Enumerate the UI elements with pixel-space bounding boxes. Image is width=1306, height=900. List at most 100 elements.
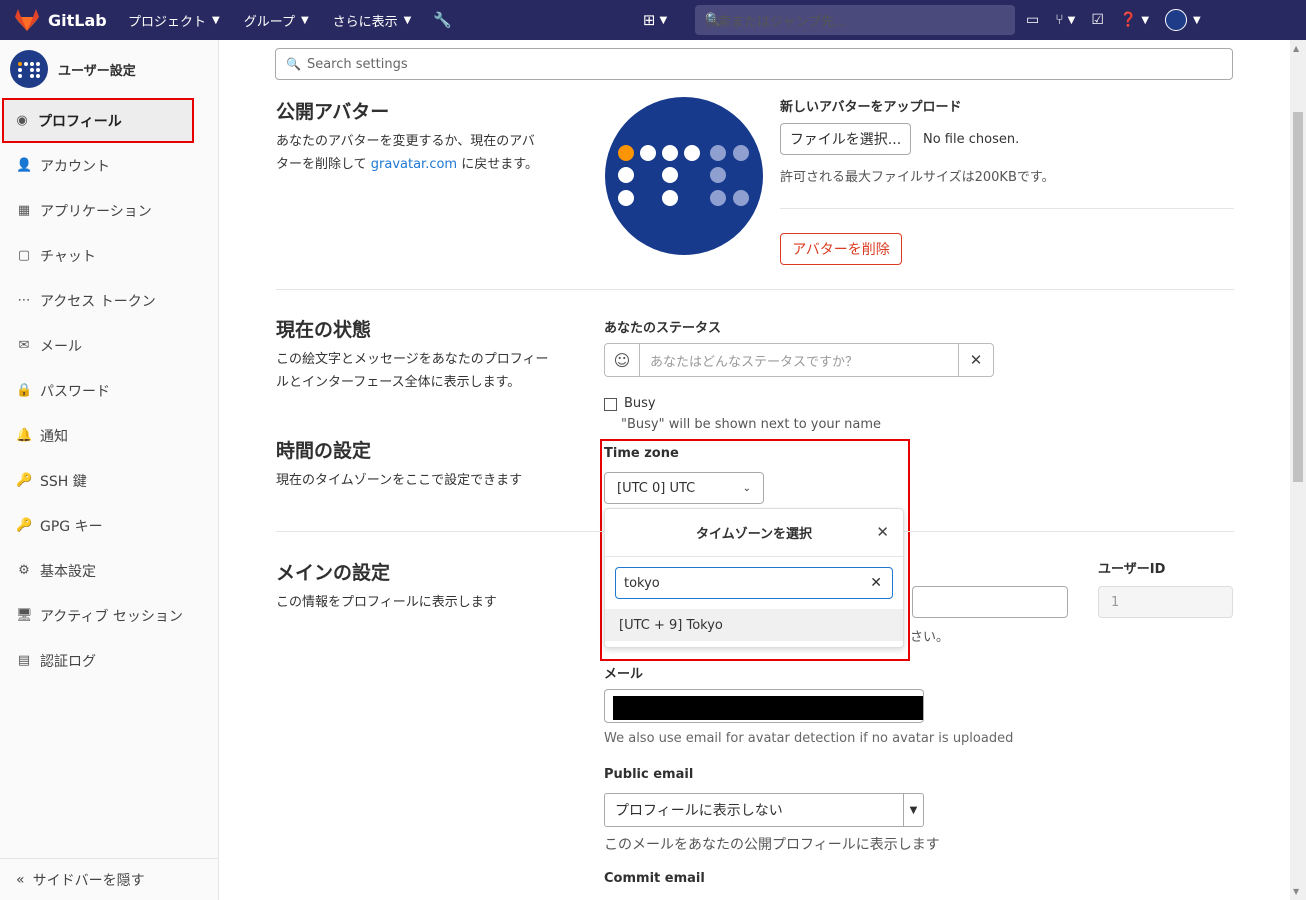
collapse-sidebar-label: サイドバーを隠す — [32, 872, 145, 889]
collapse-sidebar-button[interactable]: « サイドバーを隠す — [0, 858, 218, 900]
current-avatar — [605, 97, 763, 255]
sidebar-item-active-sessions[interactable]: 🖥 アクティブ セッション — [0, 593, 218, 638]
main-content: 🔍 Search settings 公開アバター あなたのアバターを変更するか、… — [220, 40, 1290, 900]
sidebar-item-label: メール — [40, 338, 82, 355]
key-icon: 🔑 — [16, 473, 33, 488]
sidebar-item-label: GPG キー — [40, 518, 103, 535]
sidebar-item-account[interactable]: 👤 アカウント — [0, 143, 218, 188]
sidebar-item-label: アクセス トークン — [40, 293, 156, 310]
avatar-section-desc: あなたのアバターを変更するか、現在のアバ ターを削除して gravatar.co… — [276, 130, 576, 176]
divider — [780, 208, 1234, 209]
sidebar-item-profile[interactable]: ◉ プロフィール — [2, 98, 194, 143]
name-field[interactable] — [912, 586, 1068, 618]
scroll-up-icon[interactable]: ▲ — [1293, 44, 1299, 53]
timezone-select-panel: タイムゾーンを選択 ✕ tokyo ✕ [UTC + 9] Tokyo — [604, 508, 904, 648]
sidebar-item-gpg-keys[interactable]: 🔑 GPG キー — [0, 503, 218, 548]
gitlab-logo[interactable]: GitLab — [14, 8, 110, 32]
choose-file-button[interactable]: ファイルを選択... — [780, 123, 911, 155]
status-input-group: ☺ あなたはどんなステータスですか？ ✕ — [604, 343, 994, 377]
key-icon: 🔑 — [16, 518, 33, 533]
nav-projects[interactable]: プロジェクト ▼ — [122, 0, 226, 40]
sidebar-item-label: 認証ログ — [40, 653, 96, 670]
chevron-down-icon: ▼ — [212, 14, 220, 26]
sidebar-title: ユーザー設定 — [58, 63, 136, 79]
sidebar-item-emails[interactable]: ✉ メール — [0, 323, 218, 368]
status-desc-line2: ルとインターフェース全体に表示します。 — [276, 375, 521, 390]
nav-more-label: さらに表示 — [332, 14, 398, 30]
time-section-title: 時間の設定 — [276, 440, 372, 462]
search-icon: 🔍 — [286, 57, 301, 71]
search-settings-input[interactable]: 🔍 Search settings — [275, 48, 1233, 80]
status-input[interactable]: あなたはどんなステータスですか？ — [640, 344, 958, 376]
sidebar-item-label: アカウント — [40, 158, 110, 175]
sidebar-item-ssh-keys[interactable]: 🔑 SSH 鍵 — [0, 458, 218, 503]
remove-avatar-button[interactable]: アバターを削除 — [780, 233, 902, 265]
timezone-search-input[interactable]: tokyo ✕ — [615, 567, 893, 599]
sidebar-item-label: SSH 鍵 — [40, 473, 87, 490]
sidebar-item-access-tokens[interactable]: ⋯ アクセス トークン — [0, 278, 218, 323]
commit-email-label: Commit email — [604, 871, 705, 886]
busy-checkbox[interactable] — [604, 398, 617, 411]
sidebar-item-auth-log[interactable]: ▤ 認証ログ — [0, 638, 218, 683]
lock-icon: 🔒 — [16, 383, 33, 398]
status-section-title: 現在の状態 — [276, 319, 372, 341]
timezone-option[interactable]: [UTC + 9] Tokyo — [605, 609, 903, 641]
mail-icon: ✉ — [18, 338, 30, 353]
email-label: メール — [604, 667, 644, 682]
top-navbar: GitLab プロジェクト ▼ グループ ▼ さらに表示 ▼ 🔧 ⊞ ▼ 検索またはジャ… — [0, 0, 1306, 40]
wrench-icon[interactable]: 🔧 — [427, 0, 457, 40]
account-icon: 👤 — [16, 158, 33, 173]
timezone-search-value: tokyo — [624, 575, 660, 591]
global-search-input[interactable]: 検索またはジャンプ先... 🔍 — [695, 5, 1015, 35]
sidebar-item-label: アプリケーション — [40, 203, 152, 220]
sidebar-item-label: 基本設定 — [40, 563, 96, 580]
emoji-icon[interactable]: ☺ — [605, 344, 640, 376]
profile-icon: ◉ — [16, 113, 28, 128]
brand-name: GitLab — [48, 10, 107, 30]
email-hint: We also use email for avatar detection i… — [604, 731, 1014, 746]
monitor-icon: 🖥 — [16, 608, 33, 623]
close-icon[interactable]: ✕ — [876, 523, 889, 541]
token-icon: ⋯ — [17, 293, 31, 308]
chevron-down-icon: ▼ — [300, 14, 309, 26]
nav-groups[interactable]: グループ ▼ — [238, 0, 315, 40]
user-avatar[interactable]: ▼ — [1165, 9, 1201, 31]
search-settings-placeholder: Search settings — [306, 56, 408, 72]
user-id-label: ユーザーID — [1098, 562, 1166, 577]
no-file-text: No file chosen. — [923, 132, 1020, 147]
timezone-dropdown[interactable]: [UTC 0] UTC ⌄ — [604, 472, 764, 504]
scrollbar-thumb[interactable] — [1293, 112, 1303, 482]
new-item-icon[interactable]: ⊞ ▼ — [640, 0, 670, 40]
settings-sidebar: ユーザー設定 ◉ プロフィール 👤 アカウント ▦ アプリケーション ▢ チャット ⋯ ア… — [0, 40, 219, 900]
sidebar-header[interactable]: ユーザー設定 — [0, 40, 218, 98]
clear-icon[interactable]: ✕ — [870, 575, 882, 591]
public-email-label: Public email — [604, 767, 694, 782]
page-scrollbar[interactable]: ▲ ▼ — [1290, 40, 1306, 900]
sidebar-item-password[interactable]: 🔒 パスワード — [0, 368, 218, 413]
email-field[interactable] — [604, 689, 924, 723]
gravatar-link[interactable]: gravatar.com — [371, 157, 457, 172]
todo-icon[interactable]: ☑ — [1091, 12, 1104, 28]
sidebar-item-label: アクティブ セッション — [40, 608, 183, 625]
redacted-email — [613, 696, 923, 720]
scroll-down-icon[interactable]: ▼ — [1293, 887, 1299, 896]
issues-icon[interactable]: ▭ — [1026, 12, 1039, 28]
merge-request-icon[interactable]: ⑂ ▼ — [1055, 12, 1075, 28]
public-email-select[interactable]: プロフィールに表示しない ▼ — [604, 793, 924, 827]
sidebar-item-label: パスワード — [40, 383, 110, 400]
busy-label: Busy — [624, 396, 656, 411]
help-icon[interactable]: ❓ ▼ — [1120, 12, 1149, 28]
sidebar-item-chat[interactable]: ▢ チャット — [0, 233, 218, 278]
nav-groups-label: グループ — [243, 14, 295, 30]
preferences-icon: ⚙ — [18, 563, 30, 578]
chat-icon: ▢ — [17, 248, 31, 263]
timezone-label: Time zone — [604, 446, 679, 461]
sidebar-item-applications[interactable]: ▦ アプリケーション — [0, 188, 218, 233]
sidebar-item-notifications[interactable]: 🔔 通知 — [0, 413, 218, 458]
nav-more[interactable]: さらに表示 ▼ — [327, 0, 418, 40]
sidebar-item-preferences[interactable]: ⚙ 基本設定 — [0, 548, 218, 593]
main-section-desc: この情報をプロフィールに表示します — [276, 595, 497, 610]
clear-status-icon[interactable]: ✕ — [958, 344, 993, 376]
user-avatar — [10, 50, 48, 88]
tanuki-icon — [15, 9, 39, 31]
